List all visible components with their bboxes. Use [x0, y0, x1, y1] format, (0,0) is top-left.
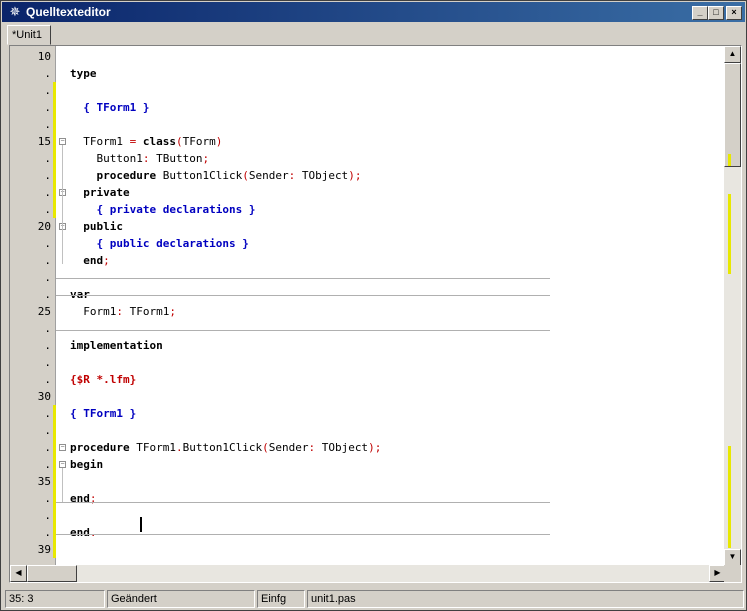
maximize-button[interactable]: □	[708, 6, 724, 20]
line-number: .	[44, 237, 51, 250]
tab-unit1[interactable]: *Unit1	[7, 25, 51, 45]
scroll-change-marker	[728, 446, 731, 548]
line-number: .	[44, 169, 51, 182]
line-number: 39	[37, 543, 51, 556]
line-number: .	[44, 84, 51, 97]
status-cursor-position: 35: 3	[5, 590, 105, 608]
line-number: .	[44, 356, 51, 369]
scroll-down-button[interactable]: ▼	[724, 549, 741, 566]
line-number: .	[44, 67, 51, 80]
line-number: 25	[37, 305, 51, 318]
section-separator	[56, 295, 550, 296]
lazarus-icon: ✵	[9, 4, 21, 19]
code-line[interactable]: { public declarations }	[70, 235, 249, 252]
code-line[interactable]: { TForm1 }	[70, 99, 149, 116]
line-number: 30	[37, 390, 51, 403]
source-editor-window: ✵ Quelltexteditor _ □ × *Unit1 10.... 15.…	[0, 0, 747, 611]
horizontal-scrollbar[interactable]: ◀ ▶	[10, 565, 726, 582]
scroll-left-button[interactable]: ◀	[10, 565, 27, 582]
minimize-icon: _	[697, 7, 703, 17]
vertical-scroll-thumb[interactable]	[724, 63, 741, 167]
status-bar: 35: 3 Geändert Einfg unit1.pas	[3, 589, 744, 609]
section-separator	[56, 330, 550, 331]
line-number: .	[44, 152, 51, 165]
code-area[interactable]: type { TForm1 } TForm1 = class(TForm) Bu…	[56, 46, 550, 566]
line-number: .	[44, 424, 51, 437]
code-line[interactable]: begin	[70, 456, 103, 473]
maximize-icon: □	[713, 7, 719, 17]
arrow-up-icon: ▲	[728, 49, 737, 58]
arrow-down-icon: ▼	[728, 552, 737, 561]
arrow-left-icon: ◀	[15, 568, 22, 577]
code-line[interactable]: { TForm1 }	[70, 405, 136, 422]
line-number: .	[44, 492, 51, 505]
title-bar[interactable]: ✵ Quelltexteditor _ □ ×	[2, 2, 745, 22]
close-button[interactable]: ×	[726, 6, 742, 20]
line-number: .	[44, 458, 51, 471]
scroll-change-marker	[728, 194, 731, 274]
line-number: 20	[37, 220, 51, 233]
fold-guide-line	[62, 468, 63, 502]
scroll-up-button[interactable]: ▲	[724, 46, 741, 63]
line-number: .	[44, 509, 51, 522]
line-number: .	[44, 118, 51, 131]
code-line[interactable]: private	[70, 184, 129, 201]
code-line[interactable]: end;	[70, 252, 110, 269]
code-line[interactable]: {$R *.lfm}	[70, 371, 136, 388]
code-line[interactable]: end;	[70, 490, 97, 507]
close-icon: ×	[731, 7, 737, 17]
minimize-button[interactable]: _	[692, 6, 708, 20]
line-number: .	[44, 186, 51, 199]
text-cursor	[140, 517, 142, 532]
code-line[interactable]: end.	[70, 524, 97, 541]
code-line[interactable]: TForm1 = class(TForm)	[70, 133, 222, 150]
fold-toggle-icon[interactable]: −	[59, 138, 66, 145]
status-insert-mode: Einfg	[257, 590, 305, 608]
line-number: .	[44, 407, 51, 420]
code-line[interactable]: Form1: TForm1;	[70, 303, 176, 320]
code-line[interactable]: { private declarations }	[70, 201, 256, 218]
code-line[interactable]: implementation	[70, 337, 163, 354]
line-number: .	[44, 339, 51, 352]
line-number: .	[44, 271, 51, 284]
code-line[interactable]: type	[70, 65, 97, 82]
line-number: .	[44, 526, 51, 539]
section-separator	[56, 278, 550, 279]
status-filename: unit1.pas	[307, 590, 744, 608]
vertical-scrollbar[interactable]: ▲ ▼	[724, 46, 741, 566]
line-number: .	[44, 101, 51, 114]
arrow-right-icon: ▶	[714, 568, 721, 577]
status-modified: Geändert	[107, 590, 255, 608]
code-line[interactable]: Button1: TButton;	[70, 150, 209, 167]
code-editor[interactable]: 10.... 15.... 20.... 25.... 30.... 35... 39 ty…	[9, 45, 742, 583]
section-separator	[56, 502, 550, 503]
horizontal-scroll-thumb[interactable]	[27, 565, 77, 582]
fold-toggle-icon[interactable]: −	[59, 461, 66, 468]
line-number: .	[44, 441, 51, 454]
fold-guide-line	[62, 145, 63, 264]
line-number: .	[44, 373, 51, 386]
line-number: .	[44, 322, 51, 335]
line-number: .	[44, 254, 51, 267]
line-number: 35	[37, 475, 51, 488]
line-number: 10	[37, 50, 51, 63]
line-number: .	[44, 288, 51, 301]
code-line[interactable]: procedure TForm1.Button1Click(Sender: TO…	[70, 439, 381, 456]
code-line[interactable]: procedure Button1Click(Sender: TObject);	[70, 167, 362, 184]
tab-bar: *Unit1	[3, 23, 744, 45]
line-number: .	[44, 203, 51, 216]
line-number-gutter: 10.... 15.... 20.... 25.... 30.... 35... 39	[10, 46, 56, 566]
section-separator	[56, 534, 550, 535]
scroll-change-marker	[728, 154, 731, 166]
scrollbar-corner	[724, 565, 741, 582]
code-line[interactable]: public	[70, 218, 123, 235]
window-title: Quelltexteditor	[26, 5, 111, 19]
line-number: 15	[37, 135, 51, 148]
fold-toggle-icon[interactable]: −	[59, 444, 66, 451]
